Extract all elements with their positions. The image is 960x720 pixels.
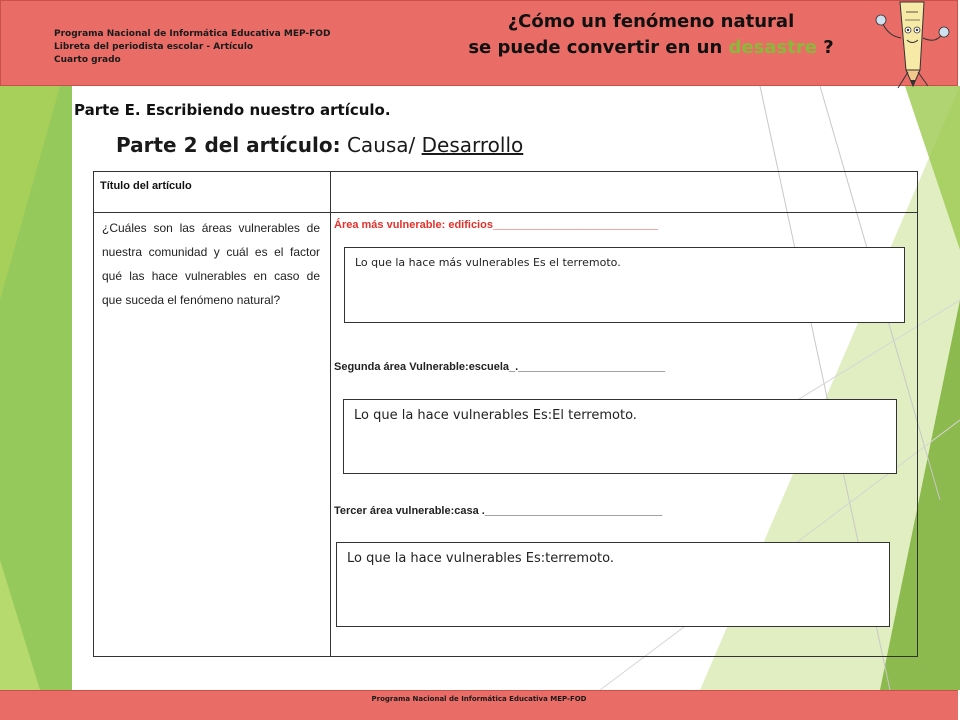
header-title-line2: se puede convertir en un desastre ? [441,35,861,61]
vulnerable-areas-question: ¿Cuáles son las áreas vulnerables de nue… [102,221,320,307]
table-column-divider [330,172,331,656]
header-grade: Cuarto grado [54,55,121,65]
header-banner: Programa Nacional de Informática Educati… [0,0,958,86]
area3-label: Tercer área vulnerable:casa .___________… [334,505,663,517]
parte2-rest: Causa/ [340,133,422,157]
area1-answer-box[interactable]: Lo que la hace más vulnerables Es el ter… [344,247,905,323]
area1-answer: Lo que la hace más vulnerables Es el ter… [355,256,621,269]
section-heading-parte-2: Parte 2 del artículo: Causa/ Desarrollo [116,133,523,157]
area2-label: Segunda área Vulnerable:escuela_._______… [334,361,666,373]
parte2-underlined: Desarrollo [421,133,524,157]
header-title-pre: se puede convertir en un [468,37,729,58]
parte2-bold: Parte 2 del artículo: [116,133,341,157]
header-title-line1: ¿Cómo un fenómeno natural [507,11,795,32]
article-title-label: Título del artículo [100,180,192,192]
header-program-info: Programa Nacional de Informática Educati… [54,28,330,67]
header-title: ¿Cómo un fenómeno natural se puede conve… [441,9,861,61]
table-row-divider [94,212,917,213]
section-heading-parte-e: Parte E. Escribiendo nuestro artículo. [74,101,391,119]
header-title-highlight: desastre [728,37,817,58]
area3-answer-box[interactable]: Lo que la hace vulnerables Es:terremoto. [336,542,890,627]
article-table: Título del artículo ¿Cuáles son las área… [93,171,918,657]
area2-answer: Lo que la hace vulnerables Es:El terremo… [354,408,637,423]
header-title-post: ? [816,37,834,58]
pencil-character-icon [875,1,950,89]
footer-program-name: Programa Nacional de Informática Educati… [371,695,587,703]
area2-answer-box[interactable]: Lo que la hace vulnerables Es:El terremo… [343,399,897,474]
footer-banner: Programa Nacional de Informática Educati… [0,690,958,720]
area3-answer: Lo que la hace vulnerables Es:terremoto. [347,551,614,566]
header-program-name: Programa Nacional de Informática Educati… [54,29,331,39]
header-notebook-name: Libreta del periodista escolar - Artícul… [54,42,254,52]
area1-label: Área más vulnerable: edificios__________… [334,219,659,231]
